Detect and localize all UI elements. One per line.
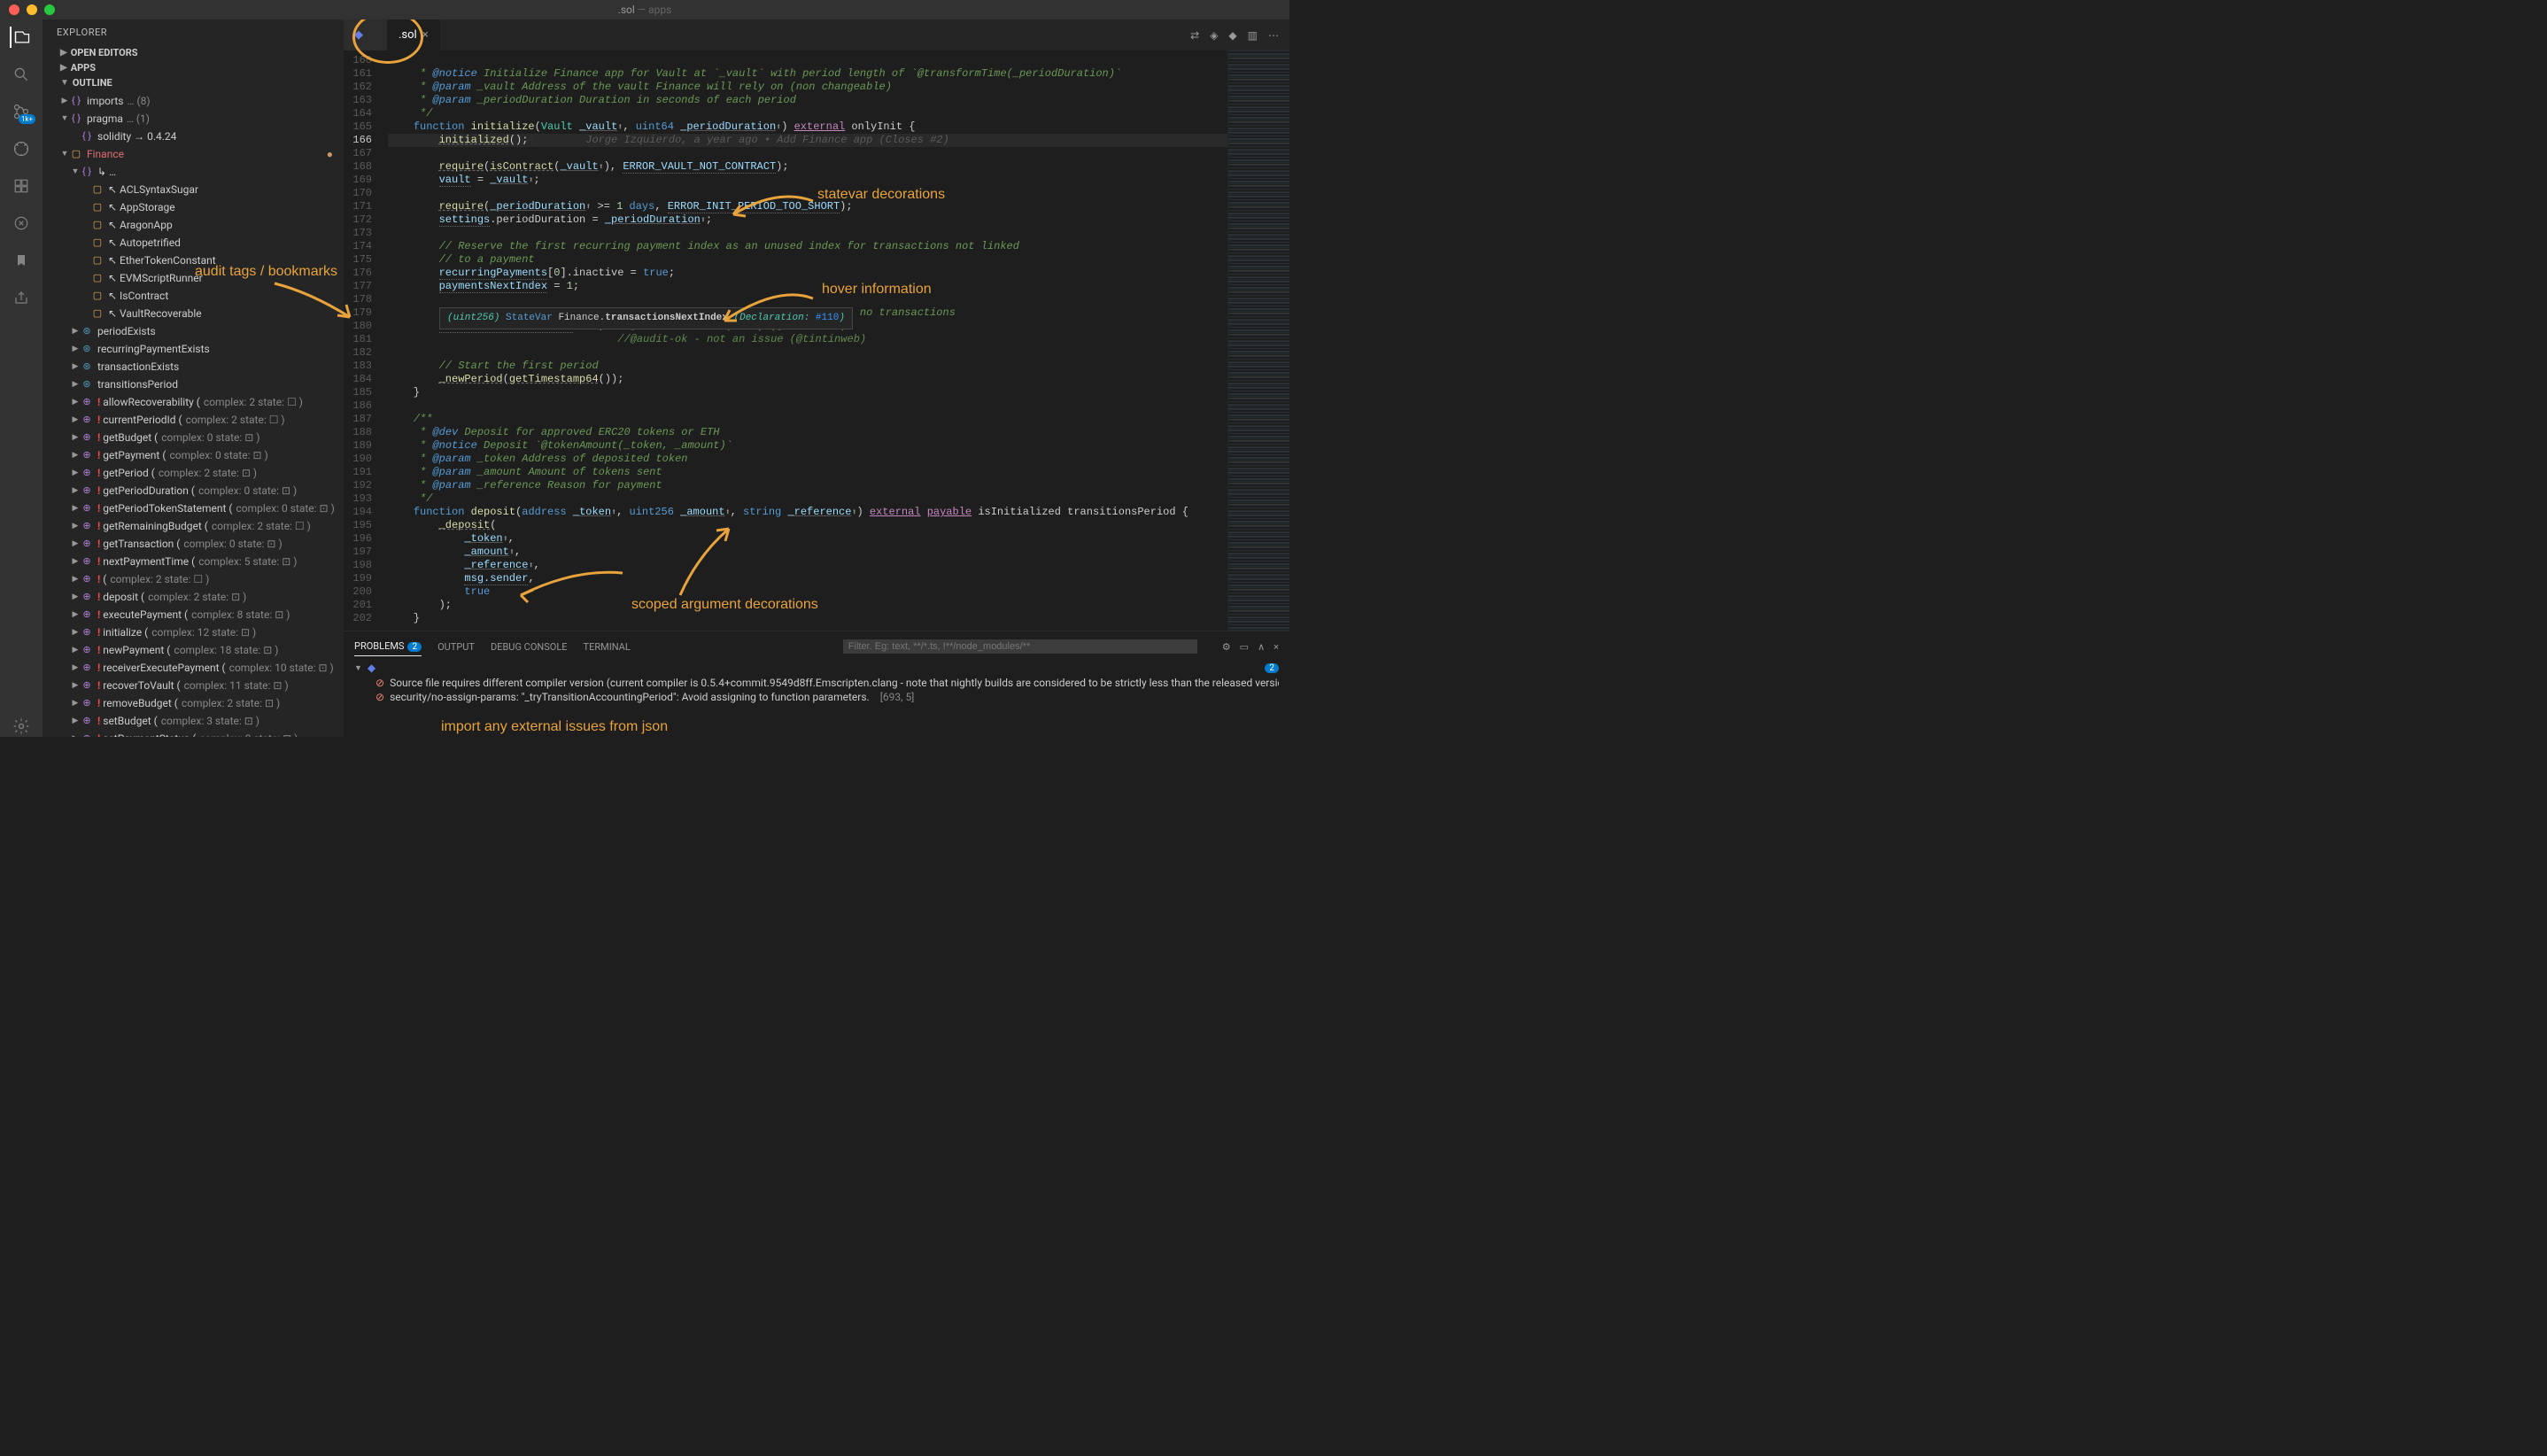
outline-function[interactable]: ▶⊕!removeBudget (complex: 2 state: ⊡ ) — [43, 694, 344, 712]
apps-section[interactable]: ▶APPS — [43, 60, 344, 75]
tab-ethereum[interactable]: ◆ — [344, 19, 388, 50]
outline-item[interactable]: ▢↖ EtherTokenConstant — [43, 252, 344, 269]
outline-item[interactable]: ▶⊛recurringPaymentExists — [43, 340, 344, 358]
outline-item[interactable]: ▢↖ EVMScriptRunner — [43, 269, 344, 287]
outline-function[interactable]: ▶⊕!getRemainingBudget (complex: 2 state:… — [43, 517, 344, 535]
outline-function[interactable]: ▶⊕!getPeriodTokenStatement (complex: 0 s… — [43, 500, 344, 517]
bookmark-icon[interactable] — [11, 250, 32, 271]
outline-item[interactable]: ▢↖ VaultRecoverable — [43, 305, 344, 322]
outline-function[interactable]: ▶⊕!getBudget (complex: 0 state: ⊡ ) — [43, 429, 344, 446]
extensions-icon[interactable] — [11, 175, 32, 197]
explorer-icon[interactable] — [10, 27, 31, 48]
outline-item[interactable]: ▢↖ AragonApp — [43, 216, 344, 234]
problem-item[interactable]: ⊘security/no-assign-params: "_tryTransit… — [354, 690, 1279, 704]
outline-function[interactable]: ▶⊕!deposit (complex: 2 state: ⊡ ) — [43, 588, 344, 606]
title-project: apps — [648, 4, 671, 16]
outline-function[interactable]: ▶⊕!currentPeriodId (complex: 2 state: ☐ … — [43, 411, 344, 429]
diff-icon[interactable]: ◆ — [1228, 29, 1236, 42]
outline-item[interactable]: ▶{ }imports… (8) — [43, 92, 344, 110]
tab-problems[interactable]: PROBLEMS2 — [354, 637, 422, 656]
search-icon[interactable] — [11, 64, 32, 85]
activity-bar — [0, 19, 43, 737]
outline-function[interactable]: ▶⊕!allowRecoverability (complex: 2 state… — [43, 393, 344, 411]
line-gutter[interactable]: 1601611621631641651661671681691701711721… — [344, 50, 388, 631]
outline-function[interactable]: ▶⊕!(complex: 2 state: ☐ ) — [43, 570, 344, 588]
share-icon[interactable] — [11, 287, 32, 308]
split-icon[interactable]: ▥ — [1248, 29, 1258, 42]
panel-close-icon[interactable]: × — [1274, 641, 1279, 653]
minimap[interactable] — [1227, 50, 1289, 631]
outline-section[interactable]: ▼OUTLINE — [43, 75, 344, 90]
outline-item[interactable]: ▼{ }pragma… (1) — [43, 110, 344, 128]
outline-item[interactable]: ▶⊛transitionsPeriod — [43, 376, 344, 393]
outline-item[interactable]: ▢↖ AppStorage — [43, 198, 344, 216]
preview-icon[interactable]: ◈ — [1210, 29, 1218, 42]
debug-icon[interactable] — [11, 138, 32, 159]
ethereum-icon: ◆ — [354, 28, 363, 42]
minimize-window[interactable] — [27, 4, 37, 15]
title-file: .sol — [618, 4, 635, 16]
outline-function[interactable]: ▶⊕!recoverToVault (complex: 11 state: ⊡ … — [43, 677, 344, 694]
outline-function[interactable]: ▶⊕!receiverExecutePayment (complex: 10 s… — [43, 659, 344, 677]
problem-file[interactable]: ▼◆2 — [354, 660, 1279, 676]
hover-tooltip: (uint256) StateVar Finance.transactionsN… — [439, 307, 853, 329]
tab-debug[interactable]: DEBUG CONSOLE — [491, 638, 568, 656]
outline-item[interactable]: ▼{ }↳ … — [43, 163, 344, 181]
outline-item[interactable]: ▢↖ ACLSyntaxSugar — [43, 181, 344, 198]
outline-function[interactable]: ▶⊕!newPayment (complex: 18 state: ⊡ ) — [43, 641, 344, 659]
outline-function[interactable]: ▶⊕!getPeriod (complex: 2 state: ⊡ ) — [43, 464, 344, 482]
settings-icon[interactable] — [11, 716, 32, 737]
outline-item[interactable]: ▢↖ IsContract — [43, 287, 344, 305]
outline-function[interactable]: ▶⊕!setBudget (complex: 3 state: ⊡ ) — [43, 712, 344, 730]
close-window[interactable] — [9, 4, 19, 15]
problems-panel: PROBLEMS2 OUTPUT DEBUG CONSOLE TERMINAL … — [344, 631, 1289, 737]
panel-up-icon[interactable]: ∧ — [1258, 641, 1265, 653]
outline-item[interactable]: ▶⊛periodExists — [43, 322, 344, 340]
panel-clear-icon[interactable]: ▭ — [1240, 641, 1249, 653]
compare-icon[interactable]: ⇄ — [1190, 29, 1199, 42]
outline-function[interactable]: ▶⊕!initialize (complex: 12 state: ⊡ ) — [43, 623, 344, 641]
tab-terminal[interactable]: TERMINAL — [584, 638, 631, 656]
outline-function[interactable]: ▶⊕!getTransaction (complex: 0 state: ⊡ ) — [43, 535, 344, 553]
outline-function[interactable]: ▶⊕!setPaymentStatus (complex: 2 state: ⊡… — [43, 730, 344, 737]
open-editors-section[interactable]: ▶OPEN EDITORS — [43, 45, 344, 60]
outline-function[interactable]: ▶⊕!getPayment (complex: 0 state: ⊡ ) — [43, 446, 344, 464]
maximize-window[interactable] — [44, 4, 55, 15]
tab-bar: ◆ .sol × ⇄ ◈ ◆ ▥ ⋯ — [344, 19, 1289, 50]
outline-item[interactable]: ▢↖ Autopetrified — [43, 234, 344, 252]
more-icon[interactable]: ⋯ — [1268, 29, 1279, 42]
outline-function[interactable]: ▶⊕!nextPaymentTime (complex: 5 state: ⊡ … — [43, 553, 344, 570]
tab-output[interactable]: OUTPUT — [437, 638, 475, 656]
outline-item[interactable]: ▶⊛transactionExists — [43, 358, 344, 376]
tab-sol[interactable]: .sol × — [388, 19, 440, 50]
panel-settings-icon[interactable]: ⚙ — [1222, 641, 1231, 653]
close-tab-icon[interactable]: × — [422, 28, 429, 42]
sidebar-title: EXPLORER — [43, 19, 344, 45]
titlebar: .sol — apps — [0, 0, 1289, 19]
code-area[interactable]: (uint256) StateVar Finance.transactionsN… — [388, 50, 1227, 631]
sidebar: EXPLORER ▶OPEN EDITORS ▶APPS ▼OUTLINE ▶{… — [43, 19, 344, 737]
problems-filter[interactable] — [843, 639, 1197, 654]
outline-function[interactable]: ▶⊕!executePayment (complex: 8 state: ⊡ ) — [43, 606, 344, 623]
problem-item[interactable]: ⊘Source file requires different compiler… — [354, 676, 1279, 690]
outline-item[interactable]: ▼▢Finance● — [43, 145, 344, 163]
outline-function[interactable]: ▶⊕!getPeriodDuration (complex: 0 state: … — [43, 482, 344, 500]
editor: ◆ .sol × ⇄ ◈ ◆ ▥ ⋯ 160161162163164165166… — [344, 19, 1289, 737]
outline-item[interactable]: { }solidity → 0.4.24 — [43, 128, 344, 145]
test-icon[interactable] — [11, 213, 32, 234]
source-control-icon[interactable] — [11, 101, 32, 122]
